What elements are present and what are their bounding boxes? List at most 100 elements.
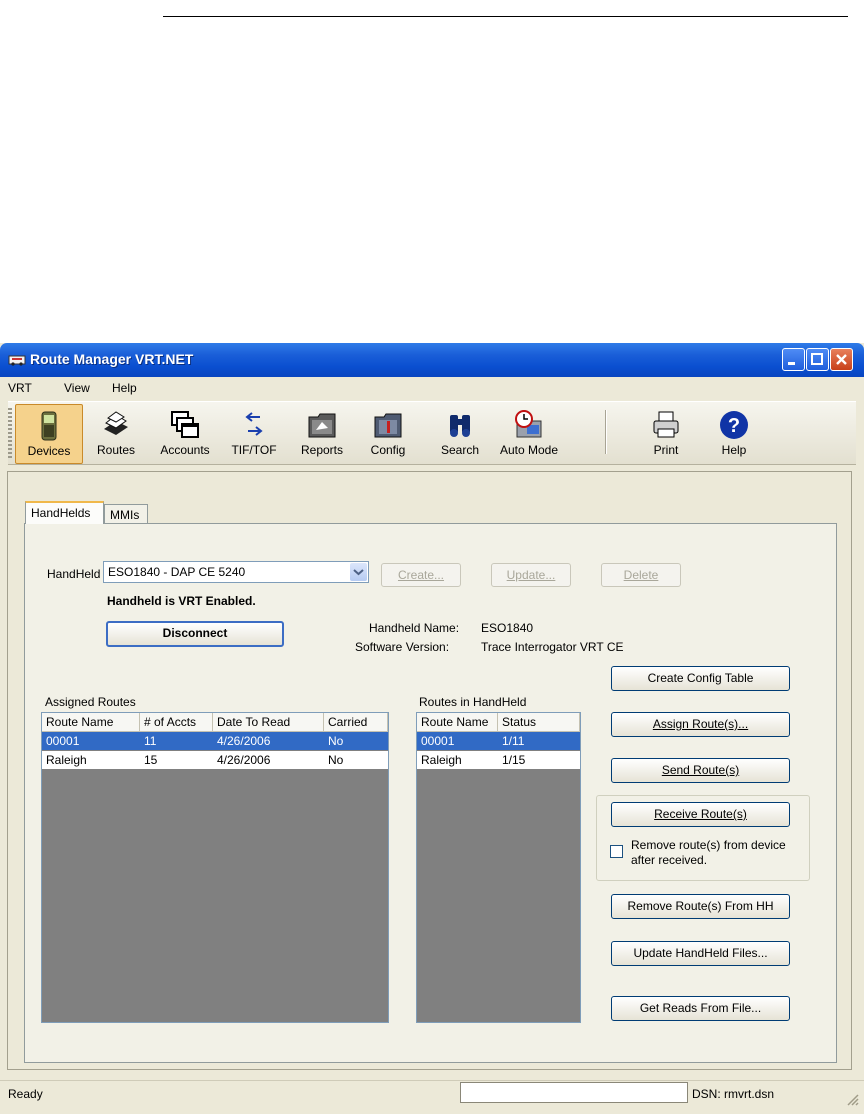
- help-question-icon: ?: [720, 411, 748, 439]
- main-toolbar: Devices Routes Accounts TIF/TOF Reports …: [8, 401, 856, 465]
- route-manager-app-icon: [8, 355, 26, 366]
- menu-bar: VRT View Help: [0, 377, 864, 399]
- toolbar-print-button[interactable]: Print: [642, 404, 690, 462]
- assign-routes-button[interactable]: Assign Route(s)...: [611, 712, 790, 737]
- toolbar-help-button[interactable]: ? Help: [710, 404, 758, 462]
- assigned-routes-grid[interactable]: Route Name # of Accts Date To Read Carri…: [41, 712, 389, 1023]
- toolbar-search-button[interactable]: Search: [432, 404, 488, 462]
- column-header[interactable]: Carried: [324, 713, 388, 731]
- chevron-down-icon[interactable]: [350, 563, 367, 581]
- table-cell: Raleigh: [46, 753, 87, 767]
- toolbar-reports-button[interactable]: Reports: [294, 404, 350, 462]
- toolbar-help-label: Help: [721, 443, 747, 457]
- update-handheld-files-button[interactable]: Update HandHeld Files...: [611, 941, 790, 966]
- toolbar-accounts-button[interactable]: Accounts: [154, 404, 216, 462]
- auto-mode-clock-icon: [515, 410, 542, 438]
- maximize-button[interactable]: [806, 348, 829, 371]
- get-reads-from-file-button[interactable]: Get Reads From File...: [611, 996, 790, 1021]
- toolbar-devices-label: Devices: [27, 444, 71, 458]
- toolbar-reports-label: Reports: [300, 443, 344, 457]
- column-header[interactable]: Route Name: [417, 713, 498, 731]
- toolbar-auto-mode-label: Auto Mode: [499, 443, 559, 457]
- software-version-value: Trace Interrogator VRT CE: [481, 640, 624, 654]
- table-cell: 4/26/2006: [217, 734, 271, 748]
- reports-folder-icon: [308, 413, 336, 438]
- svg-text:?: ?: [728, 415, 740, 437]
- handheld-routes-grid[interactable]: Route Name Status 00001 1/11 Raleigh 1/1…: [416, 712, 581, 1023]
- create-handheld-label: Create...: [397, 568, 445, 582]
- create-config-table-label: Create Config Table: [647, 671, 754, 685]
- remove-after-received-label-line2: after received.: [631, 853, 708, 867]
- toolbar-devices-button[interactable]: Devices: [15, 404, 83, 464]
- toolbar-separator: [605, 410, 607, 454]
- toolbar-routes-button[interactable]: Routes: [88, 404, 144, 462]
- handheld-device-icon: [41, 411, 57, 441]
- table-row[interactable]: Raleigh 15 4/26/2006 No: [42, 751, 388, 769]
- tab-handhelds[interactable]: HandHelds: [25, 501, 104, 524]
- handheld-name-value: ESO1840: [481, 621, 534, 635]
- column-header[interactable]: # of Accts: [140, 713, 213, 731]
- delete-handheld-button[interactable]: Delete: [601, 563, 681, 587]
- toolbar-accounts-label: Accounts: [160, 443, 210, 457]
- update-handheld-files-label: Update HandHeld Files...: [633, 946, 768, 960]
- disconnect-label: Disconnect: [162, 626, 228, 640]
- disconnect-button[interactable]: Disconnect: [106, 621, 284, 647]
- minimize-icon: [788, 362, 795, 365]
- assigned-routes-title: Assigned Routes: [45, 695, 136, 709]
- transfer-arrows-icon: [245, 412, 263, 436]
- toolbar-tiftof-button[interactable]: TIF/TOF: [226, 404, 282, 462]
- send-routes-label: Send Route(s): [661, 763, 740, 777]
- menu-help[interactable]: Help: [112, 381, 137, 395]
- handheld-select[interactable]: ESO1840 - DAP CE 5240: [103, 561, 369, 583]
- close-button[interactable]: [830, 348, 853, 371]
- toolbar-routes-label: Routes: [96, 443, 136, 457]
- receive-routes-button[interactable]: Receive Route(s): [611, 802, 790, 827]
- accounts-windows-icon: [171, 411, 199, 438]
- column-header[interactable]: Status: [498, 713, 580, 731]
- tab-mmis[interactable]: MMIs: [104, 504, 148, 524]
- maximize-icon: [811, 353, 823, 365]
- receive-routes-label: Receive Route(s): [654, 807, 747, 821]
- column-header[interactable]: Route Name: [42, 713, 140, 731]
- remove-after-received-checkbox[interactable]: [610, 845, 623, 858]
- toolbar-grip[interactable]: [8, 408, 12, 458]
- create-config-table-button[interactable]: Create Config Table: [611, 666, 790, 691]
- toolbar-tiftof-label: TIF/TOF: [231, 443, 277, 457]
- handheld-routes-header: Route Name Status: [417, 713, 580, 732]
- column-header[interactable]: Date To Read: [213, 713, 324, 731]
- table-cell: 1/15: [502, 753, 526, 767]
- update-handheld-label: Update...: [506, 568, 556, 582]
- minimize-button[interactable]: [782, 348, 805, 371]
- menu-vrt[interactable]: VRT: [8, 381, 32, 395]
- status-progress-panel: [460, 1082, 688, 1103]
- get-reads-from-file-label: Get Reads From File...: [639, 1001, 762, 1015]
- vrt-status-text: Handheld is VRT Enabled.: [107, 594, 256, 608]
- update-handheld-button[interactable]: Update...: [491, 563, 571, 587]
- toolbar-search-label: Search: [440, 443, 480, 457]
- assigned-routes-header: Route Name # of Accts Date To Read Carri…: [42, 713, 388, 732]
- close-icon: [836, 354, 847, 365]
- table-cell: Raleigh: [421, 753, 462, 767]
- send-routes-button[interactable]: Send Route(s): [611, 758, 790, 783]
- printer-icon: [653, 411, 679, 438]
- create-handheld-button[interactable]: Create...: [381, 563, 461, 587]
- handheld-name-label: Handheld Name:: [369, 621, 460, 635]
- table-row[interactable]: Raleigh 1/15: [417, 751, 580, 769]
- table-cell: 4/26/2006: [217, 753, 271, 767]
- remove-routes-from-hh-button[interactable]: Remove Route(s) From HH: [611, 894, 790, 919]
- table-cell: 00001: [46, 734, 80, 748]
- binoculars-icon: [450, 415, 470, 437]
- remove-after-received-label-line1: Remove route(s) from device: [631, 838, 786, 852]
- menu-view[interactable]: View: [64, 381, 90, 395]
- status-dsn: DSN: rmvrt.dsn: [692, 1087, 775, 1101]
- toolbar-auto-mode-button[interactable]: Auto Mode: [494, 404, 564, 462]
- table-row[interactable]: 00001 11 4/26/2006 No: [42, 732, 388, 750]
- window-title: Route Manager VRT.NET: [30, 351, 194, 367]
- title-bar[interactable]: Route Manager VRT.NET: [0, 343, 864, 377]
- toolbar-config-button[interactable]: Config: [362, 404, 414, 462]
- toolbar-config-label: Config: [370, 443, 406, 457]
- table-cell: No: [328, 753, 344, 767]
- table-row[interactable]: 00001 1/11: [417, 732, 580, 750]
- handheld-select-value: ESO1840 - DAP CE 5240: [108, 565, 246, 579]
- resize-grip-icon[interactable]: [845, 1092, 859, 1106]
